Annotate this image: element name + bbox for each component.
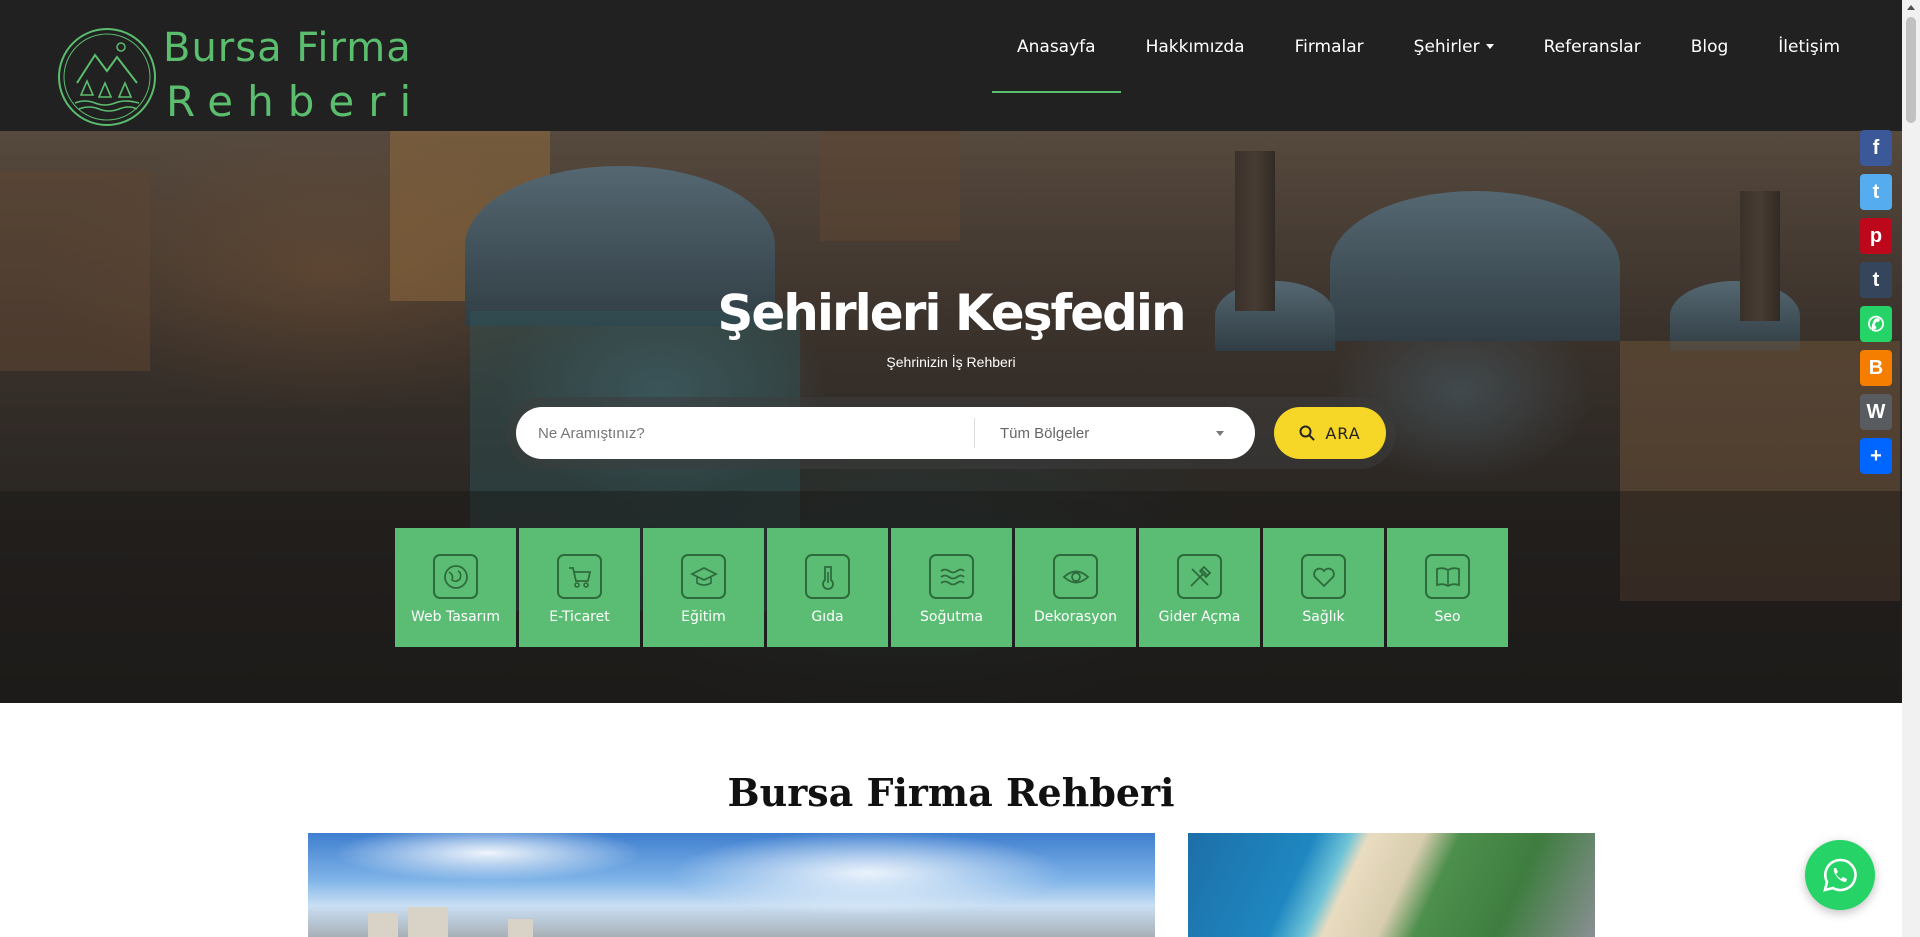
category-sogutma[interactable]: Soğutma xyxy=(891,528,1012,647)
nav-item-anasayfa[interactable]: Anasayfa xyxy=(992,0,1121,93)
nav-item-iletisim[interactable]: İletişim xyxy=(1753,0,1865,93)
caret-down-icon xyxy=(1485,44,1494,49)
category-web-tasarim[interactable]: Web Tasarım xyxy=(395,528,516,647)
hero-title: Şehirleri Keşfedin xyxy=(717,284,1186,342)
twitter-share-button[interactable]: t xyxy=(1860,174,1892,210)
category-gida[interactable]: Gıda xyxy=(767,528,888,647)
more-share-button[interactable]: + xyxy=(1860,438,1892,474)
image-building xyxy=(508,919,533,937)
category-dekorasyon[interactable]: Dekorasyon xyxy=(1015,528,1136,647)
caret-down-icon xyxy=(1216,431,1224,436)
category-label: Seo xyxy=(1434,609,1461,625)
hero-subtitle: Şehrinizin İş Rehberi xyxy=(886,354,1016,370)
category-e-ticaret[interactable]: E-Ticaret xyxy=(519,528,640,647)
hero-section: Şehirleri Keşfedin Şehrinizin İş Rehberi… xyxy=(0,131,1902,703)
nav-label: Şehirler xyxy=(1413,36,1480,57)
search-button-label: ARA xyxy=(1325,423,1361,443)
search-button[interactable]: ARA xyxy=(1274,407,1386,459)
nav-label: Anasayfa xyxy=(1017,36,1096,57)
category-label: E-Ticaret xyxy=(549,609,610,625)
nav-label: Hakkımızda xyxy=(1145,36,1245,57)
tumblr-icon: t xyxy=(1872,268,1880,291)
heart-icon xyxy=(1301,554,1346,599)
whatsapp-icon: ✆ xyxy=(1867,313,1885,336)
region-select[interactable]: Tüm Bölgeler xyxy=(984,407,1244,459)
site-logo[interactable]: Bursa Firma Rehberi xyxy=(55,25,411,129)
search-input[interactable] xyxy=(528,407,968,459)
twitter-icon: t xyxy=(1872,180,1880,203)
category-label: Sağlık xyxy=(1302,609,1345,625)
cart-icon xyxy=(557,554,602,599)
search-divider xyxy=(974,418,975,448)
blogger-share-button[interactable]: B xyxy=(1860,350,1892,386)
search-icon xyxy=(1299,425,1315,441)
category-label: Soğutma xyxy=(920,609,983,625)
category-saglik[interactable]: Sağlık xyxy=(1263,528,1384,647)
pinterest-share-button[interactable]: p xyxy=(1860,218,1892,254)
category-grid: Web Tasarım E-Ticaret Eğitim Gıda Soğutm… xyxy=(395,528,1508,647)
book-icon xyxy=(1425,554,1470,599)
category-egitim[interactable]: Eğitim xyxy=(643,528,764,647)
category-label: Dekorasyon xyxy=(1034,609,1117,625)
logo-text-line1: Bursa Firma xyxy=(163,25,412,71)
whatsapp-icon xyxy=(1823,858,1857,892)
scrollbar-thumb[interactable] xyxy=(1906,17,1916,123)
thermometer-icon xyxy=(805,554,850,599)
city-card-image[interactable] xyxy=(1188,833,1595,937)
category-label: Web Tasarım xyxy=(411,609,500,625)
nav-item-firmalar[interactable]: Firmalar xyxy=(1270,0,1389,93)
search-bar: Tüm Bölgeler ARA xyxy=(506,397,1396,469)
wordpress-icon: W xyxy=(1866,400,1886,423)
nav-item-sehirler[interactable]: Şehirler xyxy=(1389,0,1519,93)
site-header: Bursa Firma Rehberi Anasayfa Hakkımızda … xyxy=(0,0,1902,131)
share-sidebar: f t p t ✆ B W + xyxy=(1860,130,1892,474)
plus-share-icon: + xyxy=(1870,444,1882,467)
logo-text-line2: Rehberi xyxy=(166,77,426,126)
page-scrollbar[interactable] xyxy=(1902,0,1920,937)
nav-label: Referanslar xyxy=(1543,36,1641,57)
nav-item-blog[interactable]: Blog xyxy=(1666,0,1754,93)
category-gider-acma[interactable]: Gider Açma xyxy=(1139,528,1260,647)
nav-label: Firmalar xyxy=(1294,36,1364,57)
whatsapp-share-button[interactable]: ✆ xyxy=(1860,306,1892,342)
scroll-up-arrow-icon[interactable] xyxy=(1907,5,1915,10)
category-label: Gider Açma xyxy=(1158,609,1241,625)
category-seo[interactable]: Seo xyxy=(1387,528,1508,647)
tumblr-share-button[interactable]: t xyxy=(1860,262,1892,298)
category-label: Eğitim xyxy=(681,609,726,625)
nav-item-referanslar[interactable]: Referanslar xyxy=(1519,0,1666,93)
image-building xyxy=(368,913,398,937)
nav-item-hakkimizda[interactable]: Hakkımızda xyxy=(1121,0,1270,93)
category-label: Gıda xyxy=(811,609,844,625)
waves-icon xyxy=(929,554,974,599)
city-card-image[interactable] xyxy=(308,833,1155,937)
blogger-icon: B xyxy=(1868,356,1884,379)
image-building xyxy=(408,907,448,937)
logo-emblem-icon xyxy=(58,28,156,126)
facebook-share-button[interactable]: f xyxy=(1860,130,1892,166)
facebook-icon: f xyxy=(1872,136,1880,159)
globe-icon xyxy=(433,554,478,599)
main-nav: Anasayfa Hakkımızda Firmalar Şehirler Re… xyxy=(992,0,1865,93)
region-select-value: Tüm Bölgeler xyxy=(1000,424,1090,442)
section-title: Bursa Firma Rehberi xyxy=(727,770,1175,815)
tools-icon xyxy=(1177,554,1222,599)
eye-icon xyxy=(1053,554,1098,599)
search-box: Tüm Bölgeler xyxy=(516,407,1255,459)
pinterest-icon: p xyxy=(1869,224,1883,247)
nav-label: Blog xyxy=(1690,36,1729,57)
graduation-cap-icon xyxy=(681,554,726,599)
wordpress-share-button[interactable]: W xyxy=(1860,394,1892,430)
nav-label: İletişim xyxy=(1778,36,1841,57)
whatsapp-chat-button[interactable] xyxy=(1805,840,1875,910)
